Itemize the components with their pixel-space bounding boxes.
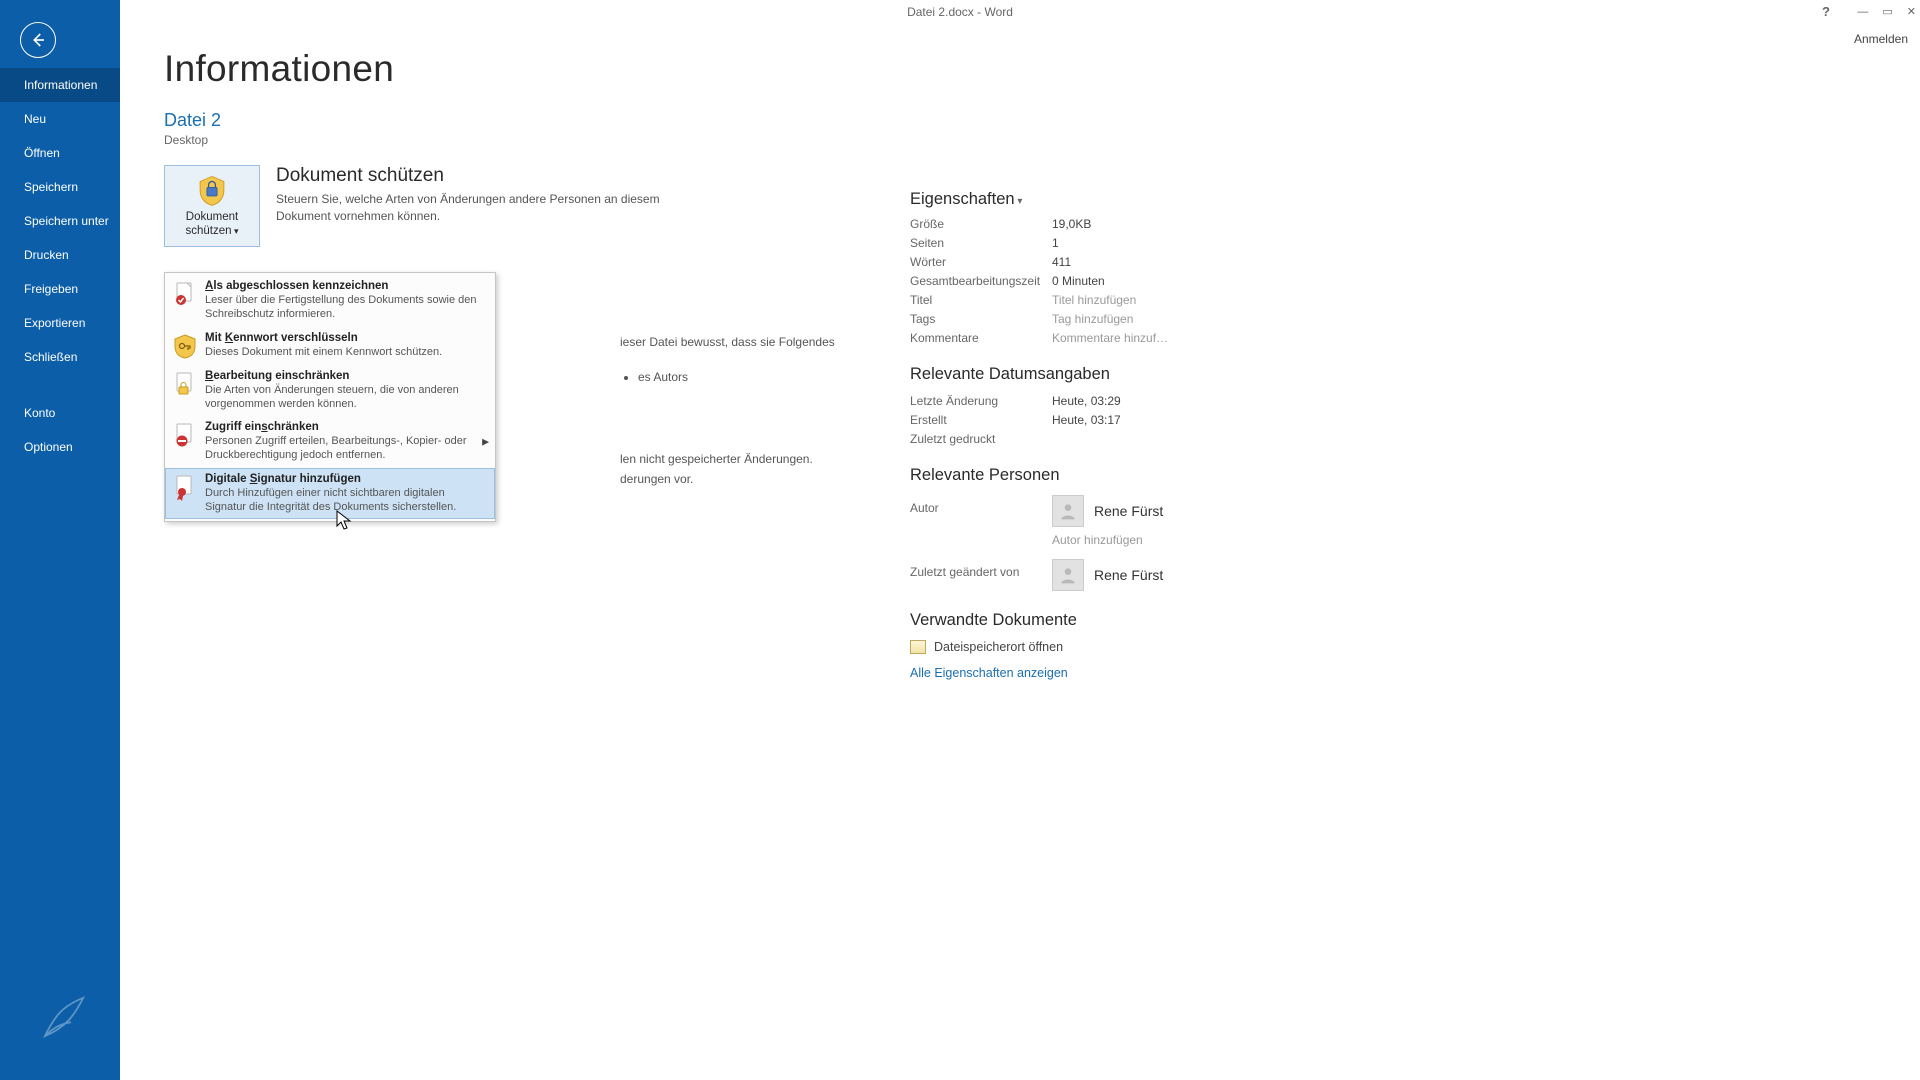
show-all-properties-link[interactable]: Alle Eigenschaften anzeigen bbox=[910, 666, 1068, 680]
menu-mark-final-desc: Leser über die Fertigstellung des Dokume… bbox=[205, 293, 487, 322]
nav-neu[interactable]: Neu bbox=[0, 102, 120, 136]
restore-button[interactable]: ▭ bbox=[1882, 7, 1892, 18]
properties-header[interactable]: Eigenschaften bbox=[910, 190, 1330, 209]
nav-drucken[interactable]: Drucken bbox=[0, 238, 120, 272]
window-title: Datei 2.docx - Word bbox=[907, 0, 1013, 24]
date-printed: Zuletzt gedruckt bbox=[910, 432, 1330, 446]
date-modified: Letzte ÄnderungHeute, 03:29 bbox=[910, 394, 1330, 408]
menu-mark-final-title: Als abgeschlossen kennzeichnen bbox=[205, 280, 487, 292]
prop-comments[interactable]: KommentareKommentare hinzuf… bbox=[910, 331, 1330, 345]
nav-speichern-unter[interactable]: Speichern unter bbox=[0, 204, 120, 238]
menu-restrict-access-title: Zugriff einschränken bbox=[205, 421, 487, 433]
doc-no-entry-icon bbox=[171, 421, 199, 449]
titlebar: Datei 2.docx - Word ? — ▭ ✕ bbox=[0, 0, 1920, 24]
modified-by-avatar[interactable] bbox=[1052, 559, 1084, 591]
people-header: Relevante Personen bbox=[910, 466, 1330, 485]
modified-by-row: Zuletzt geändert von Rene Fürst bbox=[910, 559, 1330, 591]
versions-snippet-1: len nicht gespeicherter Änderungen. bbox=[620, 450, 813, 469]
window-controls: — ▭ ✕ bbox=[1857, 0, 1916, 24]
menu-signature-desc: Durch Hinzufügen einer nicht sichtbaren … bbox=[205, 486, 487, 515]
versions-snippet-2: derungen vor. bbox=[620, 470, 693, 489]
menu-restrict-edit-title: Bearbeitung einschränken bbox=[205, 370, 487, 382]
content-area: Informationen Datei 2 Desktop Dokumentsc… bbox=[120, 0, 1920, 1080]
minimize-button[interactable]: — bbox=[1857, 7, 1868, 18]
nav-exportieren[interactable]: Exportieren bbox=[0, 306, 120, 340]
help-icon[interactable]: ? bbox=[1822, 0, 1830, 24]
nav-freigeben[interactable]: Freigeben bbox=[0, 272, 120, 306]
related-docs-header: Verwandte Dokumente bbox=[910, 611, 1330, 630]
doc-ribbon-icon bbox=[171, 473, 199, 501]
menu-encrypt-title: Mit Kennwort verschlüsseln bbox=[205, 332, 487, 344]
document-name: Datei 2 bbox=[164, 110, 1920, 131]
author-row: Autor Rene Fürst bbox=[910, 495, 1330, 527]
menu-encrypt-password[interactable]: Mit Kennwort verschlüsselnDieses Dokumen… bbox=[165, 327, 495, 365]
dates-header: Relevante Datumsangaben bbox=[910, 365, 1330, 384]
nav-optionen[interactable]: Optionen bbox=[0, 430, 120, 464]
backstage-sidebar: Informationen Neu Öffnen Speichern Speic… bbox=[0, 0, 120, 1080]
open-file-location[interactable]: Dateispeicherort öffnen bbox=[910, 640, 1330, 654]
doc-checkmark-icon bbox=[171, 280, 199, 308]
prop-size: Größe19,0KB bbox=[910, 217, 1330, 231]
modified-by-name: Rene Fürst bbox=[1094, 567, 1163, 583]
protect-document-button[interactable]: Dokumentschützen bbox=[164, 165, 260, 247]
nav-konto[interactable]: Konto bbox=[0, 396, 120, 430]
protect-section-desc: Steuern Sie, welche Arten von Änderungen… bbox=[276, 191, 696, 225]
prop-title[interactable]: TitelTitel hinzufügen bbox=[910, 293, 1330, 307]
protect-button-label: Dokumentschützen bbox=[185, 211, 238, 239]
nav-oeffnen[interactable]: Öffnen bbox=[0, 136, 120, 170]
author-name: Rene Fürst bbox=[1094, 503, 1163, 519]
document-location: Desktop bbox=[164, 133, 1920, 147]
menu-restrict-edit-desc: Die Arten von Änderungen steuern, die vo… bbox=[205, 383, 487, 412]
protect-section-title: Dokument schützen bbox=[276, 165, 696, 187]
shield-lock-icon bbox=[195, 173, 229, 207]
app-watermark-icon bbox=[36, 989, 92, 1050]
properties-pane: Eigenschaften Größe19,0KB Seiten1 Wörter… bbox=[910, 190, 1330, 682]
author-avatar[interactable] bbox=[1052, 495, 1084, 527]
menu-restrict-access-desc: Personen Zugriff erteilen, Bearbeitungs-… bbox=[205, 434, 487, 463]
menu-restrict-access[interactable]: Zugriff einschränkenPersonen Zugriff ert… bbox=[165, 416, 495, 468]
nav-informationen[interactable]: Informationen bbox=[0, 68, 120, 102]
menu-digital-signature[interactable]: Digitale Signatur hinzufügenDurch Hinzuf… bbox=[165, 468, 495, 520]
inspect-snippet-bullet: es Autors bbox=[618, 368, 688, 387]
menu-mark-final[interactable]: Als abgeschlossen kennzeichnenLeser über… bbox=[165, 275, 495, 327]
date-created: ErstelltHeute, 03:17 bbox=[910, 413, 1330, 427]
nav-list: Informationen Neu Öffnen Speichern Speic… bbox=[0, 68, 120, 464]
doc-lock-icon bbox=[171, 370, 199, 398]
protect-document-menu: Als abgeschlossen kennzeichnenLeser über… bbox=[164, 272, 496, 522]
page-title: Informationen bbox=[164, 48, 1920, 90]
shield-key-icon bbox=[171, 332, 199, 360]
add-author-link[interactable]: Autor hinzufügen bbox=[1052, 533, 1330, 547]
back-button[interactable] bbox=[20, 22, 56, 58]
prop-tags[interactable]: TagsTag hinzufügen bbox=[910, 312, 1330, 326]
protect-section-text: Dokument schützen Steuern Sie, welche Ar… bbox=[276, 165, 696, 225]
menu-signature-title: Digitale Signatur hinzufügen bbox=[205, 473, 487, 485]
back-arrow-icon bbox=[29, 31, 47, 49]
close-button[interactable]: ✕ bbox=[1907, 7, 1916, 18]
prop-pages: Seiten1 bbox=[910, 236, 1330, 250]
nav-schliessen[interactable]: Schließen bbox=[0, 340, 120, 374]
submenu-arrow-icon: ▶ bbox=[482, 436, 489, 447]
folder-icon bbox=[910, 640, 926, 654]
nav-speichern[interactable]: Speichern bbox=[0, 170, 120, 204]
menu-encrypt-desc: Dieses Dokument mit einem Kennwort schüt… bbox=[205, 345, 487, 359]
menu-restrict-editing[interactable]: Bearbeitung einschränkenDie Arten von Än… bbox=[165, 365, 495, 417]
prop-edit-time: Gesamtbearbeitungszeit0 Minuten bbox=[910, 274, 1330, 288]
prop-words: Wörter411 bbox=[910, 255, 1330, 269]
inspect-snippet-1: ieser Datei bewusst, dass sie Folgendes bbox=[620, 333, 835, 352]
